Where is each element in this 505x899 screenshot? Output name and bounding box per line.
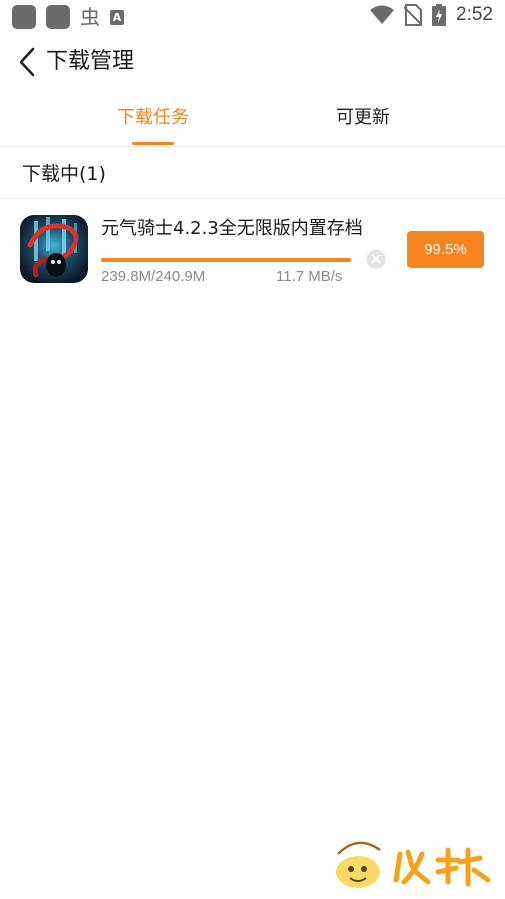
soul-knight-app-icon [20,215,88,283]
status-bar: 虫 A 2:52 [0,0,505,34]
download-progress-fill [101,258,351,262]
download-list-item[interactable]: 元气骑士4.2.3全无限版内置存档 239.8M/240.9M 11.7 MB/… [0,200,505,296]
download-size: 239.8M/240.9M [101,268,206,285]
close-circle-icon [366,249,386,269]
status-bar-left: 虫 A [12,5,124,29]
status-time: 2:52 [456,4,493,25]
app-header: 下载管理 [0,34,505,90]
wifi-icon [370,5,395,24]
cancel-download-button[interactable] [366,249,386,269]
battery-charging-icon [432,4,447,26]
tab-updatable[interactable]: 可更新 [293,96,433,146]
app-notification-icon [12,5,36,29]
download-progress-bar [101,258,352,262]
tab-download-tasks[interactable]: 下载任务 [83,96,223,146]
tab-divider [0,146,505,147]
section-title-downloading: 下载中(1) [22,163,106,185]
download-speed: 11.7 MB/s [276,268,343,285]
no-sim-icon [404,4,423,26]
chevron-left-icon [19,47,35,77]
tab-bar: 下载任务 可更新 [0,96,505,146]
app-notification-icon [46,5,70,29]
active-tab-indicator [132,142,174,145]
download-app-name: 元气骑士4.2.3全无限版内置存档 [101,218,363,239]
section-divider [0,198,505,199]
page-title: 下载管理 [46,49,135,74]
status-bar-right: 2:52 [370,4,493,26]
bug-icon: 虫 [80,5,100,29]
download-progress-button[interactable]: 99.5% [407,231,484,268]
brand-logo-watermark [330,836,500,894]
font-icon: A [110,9,124,25]
back-button[interactable] [14,46,42,78]
